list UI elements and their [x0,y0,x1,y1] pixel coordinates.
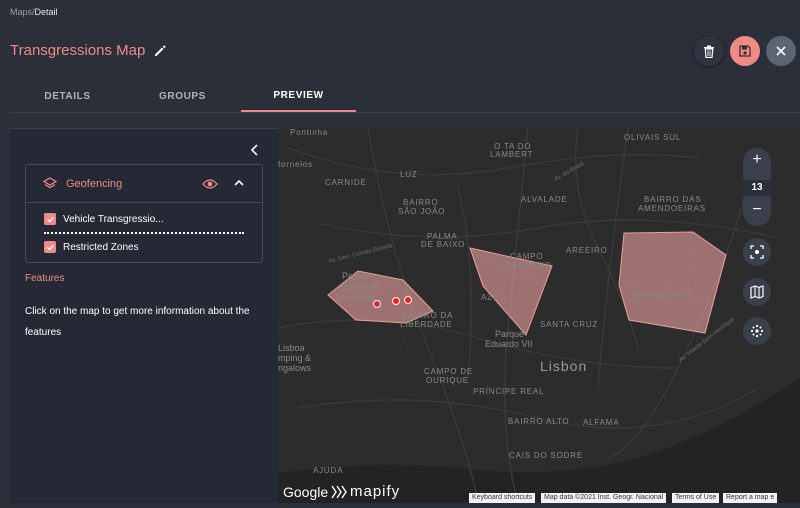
map-label: PRÍNCIPE REAL [473,387,545,396]
tab-preview[interactable]: PREVIEW [241,80,356,112]
map-label: BAIRRO [403,198,439,207]
map-icon [750,285,764,299]
terms-link[interactable]: Terms of Use [672,493,720,503]
map-label: ALFAMA [583,418,620,427]
map-label: Monsanto [336,293,376,303]
map-label: SANTA CRUZ [540,320,599,329]
chevron-left-icon[interactable] [248,143,262,157]
layer-item[interactable]: Vehicle Transgressio... [44,213,164,225]
checkmark-icon [46,216,54,223]
breadcrumb-current: Detail [34,7,58,17]
zoom-in-button[interactable]: + [743,151,771,169]
delete-button[interactable] [694,36,724,66]
map-label: fornelos [278,160,313,169]
save-icon [739,45,751,57]
map-label: MADRE DEUS [632,291,694,300]
map-label: mping & [278,353,312,363]
features-title: Features [25,273,65,284]
zoom-level: 13 [743,180,771,196]
map-label: AJUDA [313,466,344,475]
map-label: LUZ [400,170,418,179]
layer-item[interactable]: Restricted Zones [44,241,139,253]
layers-icon [43,177,57,189]
map-label: CAMPO [510,252,544,261]
map-label: PEQUENO [506,261,552,270]
zoom-out-button[interactable]: − [743,201,771,219]
map-label: CAMPO DE [424,367,474,376]
map-label: Parque [342,271,372,281]
breadcrumb-parent[interactable]: Maps [10,7,32,17]
map-label: BAIRRO DA [402,311,454,320]
checkbox[interactable] [44,241,56,253]
save-button[interactable] [730,36,760,66]
transgression-marker[interactable] [404,296,412,304]
fit-bounds-button[interactable] [743,238,771,266]
map-label: Parque [495,329,525,339]
geofencing-title: Geofencing [66,178,123,190]
map-label: CAIS DO SODRE [509,451,583,460]
layer-label: Restricted Zones [63,241,139,253]
city-label: Lisbon [540,358,588,374]
tab-details[interactable]: DETAILS [10,80,125,112]
pencil-icon[interactable] [152,43,168,59]
map-label: LAMBERT [490,150,534,159]
map-label: Lisboa [278,343,305,353]
geofencing-card: Geofencing Vehicle Transgressio... Restr… [25,164,263,263]
map-label: ALVALADE [521,195,568,204]
checkmark-icon [46,244,54,251]
map-label: AZU [481,293,500,302]
zoom-control: + 13 − [743,148,771,226]
map-label: ngalows [278,363,312,373]
map-label: AMENDOEIRAS [638,204,706,213]
map-view[interactable]: Pontinha OLIVAIS SUL O TA DO LAMBERT for… [278,128,800,503]
page-title: Transgressions Map [10,42,146,59]
keyboard-shortcuts-link[interactable]: Keyboard shortcuts [469,493,536,503]
features-text: Click on the map to get more information… [25,306,250,338]
map-data-attribution: Map data ©2021 Inst. Geogr. Nacional [541,493,667,503]
breadcrumb: Maps/Detail [10,7,58,17]
mapify-logo: mapify [350,483,401,500]
chevron-up-icon[interactable] [232,176,246,190]
checkbox[interactable] [44,213,56,225]
trash-icon [704,45,714,58]
geofencing-header[interactable]: Geofencing [26,165,262,203]
map-label: orestal de [340,282,380,292]
map-label: AREEIRO [566,246,608,255]
tab-groups[interactable]: GROUPS [125,80,240,112]
map-label: LIBERDADE [400,320,453,329]
map-label: BAIRRO DAS [644,195,702,204]
eye-icon[interactable] [202,177,218,191]
google-logo: Google [283,484,329,500]
layers-panel: Geofencing Vehicle Transgressio... Restr… [10,128,278,503]
map-label: Eduardo VII [485,339,533,349]
map-label: OURIQUE [426,376,469,385]
mapify-logo-icon [331,485,347,499]
map-type-button[interactable] [743,278,771,306]
map-label: DE BAIXO [421,240,466,249]
map-label: BAIRRO ALTO [508,417,570,426]
close-button[interactable] [766,36,796,66]
tab-bar: DETAILS GROUPS PREVIEW [10,80,800,113]
cluster-button[interactable] [743,317,771,345]
map-label: OLIVAIS SUL [624,133,682,142]
focus-icon [750,245,764,259]
layer-label: Vehicle Transgressio... [63,213,164,225]
report-map-error-link[interactable]: Report a map e [723,493,778,503]
cluster-icon [750,324,764,338]
map-label: Pontinha [290,128,328,137]
map-label: SÃO JOÃO [398,207,446,216]
layer-divider [44,232,244,234]
transgression-marker[interactable] [392,297,400,305]
map-label: CARNIDE [325,178,367,187]
close-icon [776,46,786,56]
